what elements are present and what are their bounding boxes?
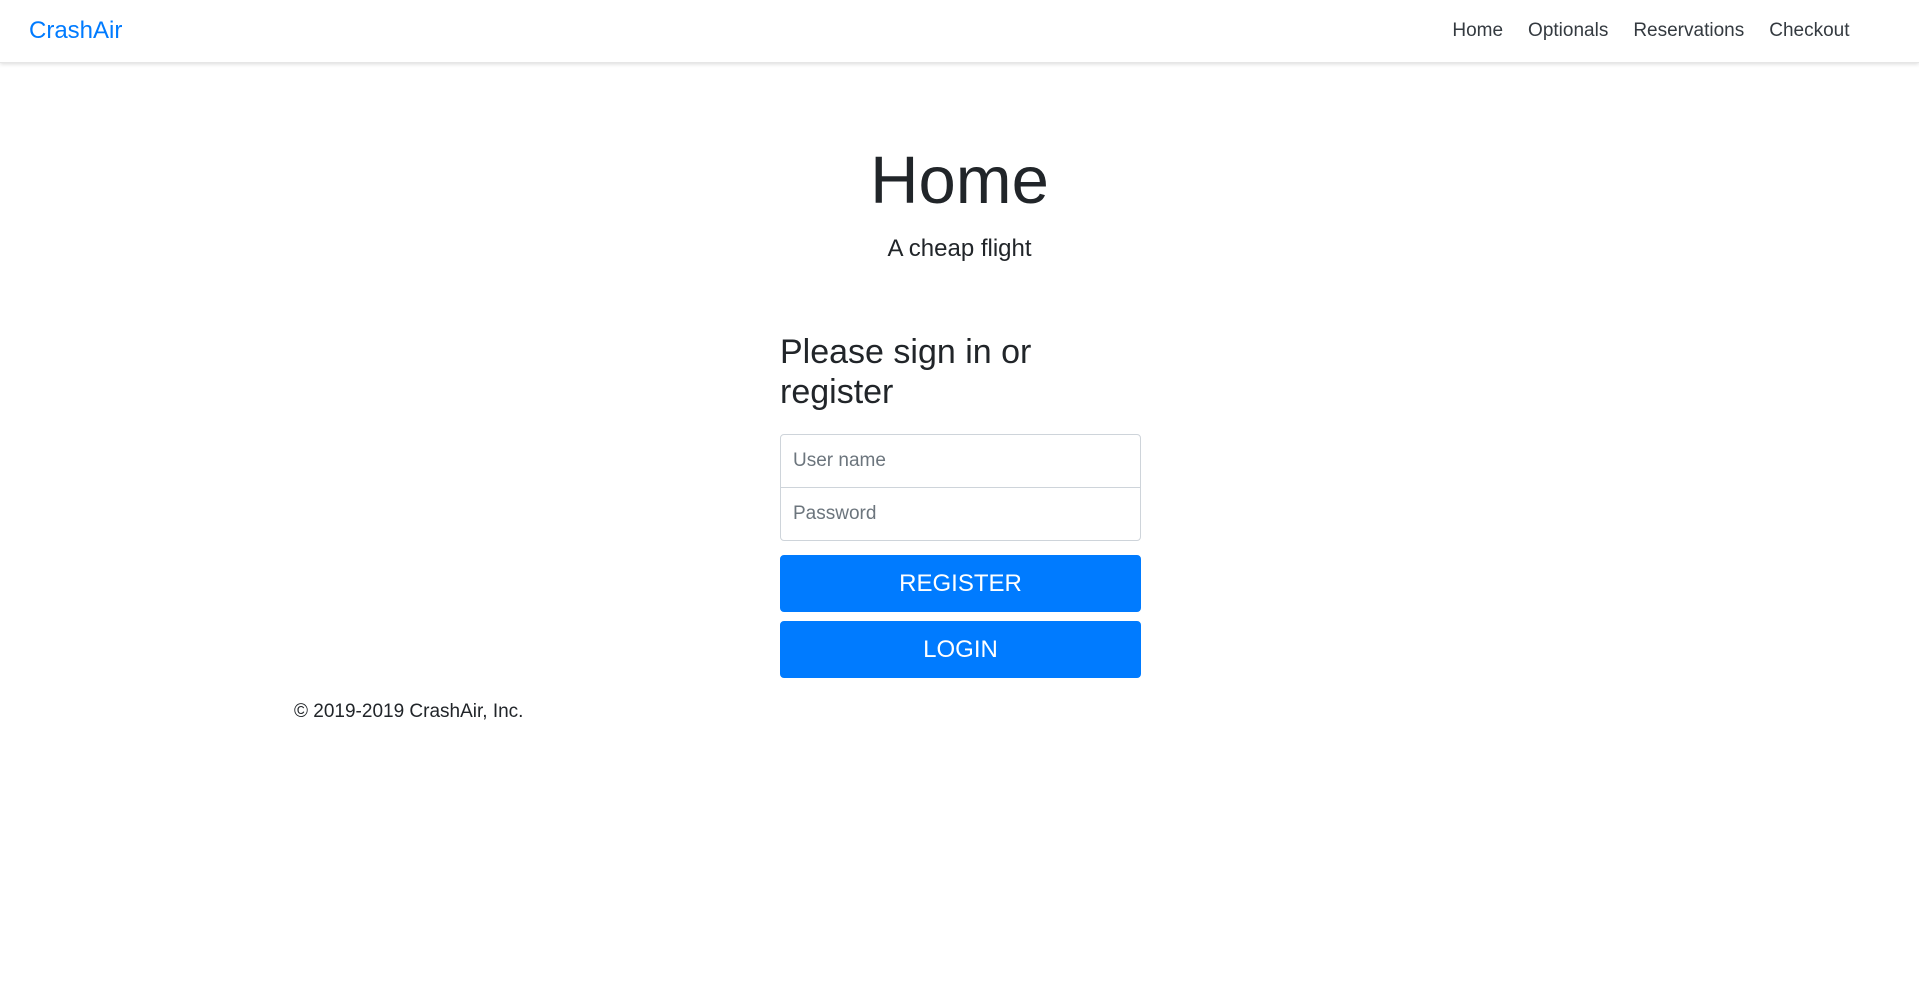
page-subtitle: A cheap flight (887, 235, 1032, 262)
brand-logo-link[interactable]: CrashAir (29, 16, 122, 46)
username-input[interactable] (780, 434, 1141, 488)
top-navbar: CrashAir Home Optionals Reservations Che… (0, 0, 1919, 63)
nav-link-optionals[interactable]: Optionals (1516, 18, 1621, 44)
footer-copyright: © 2019-2019 CrashAir, Inc. (294, 701, 524, 722)
nav-link-reservations[interactable]: Reservations (1621, 18, 1757, 44)
page-title: Home (870, 143, 1049, 218)
nav-link-checkout[interactable]: Checkout (1757, 18, 1862, 44)
register-button[interactable]: REGISTER (780, 555, 1141, 612)
nav-link-home[interactable]: Home (1440, 18, 1516, 44)
login-button[interactable]: LOGIN (780, 621, 1141, 678)
main-nav: Home Optionals Reservations Checkout (1440, 18, 1862, 44)
signin-heading: Please sign in or register (780, 333, 1032, 411)
password-input[interactable] (780, 487, 1141, 541)
credentials-group (780, 434, 1141, 541)
